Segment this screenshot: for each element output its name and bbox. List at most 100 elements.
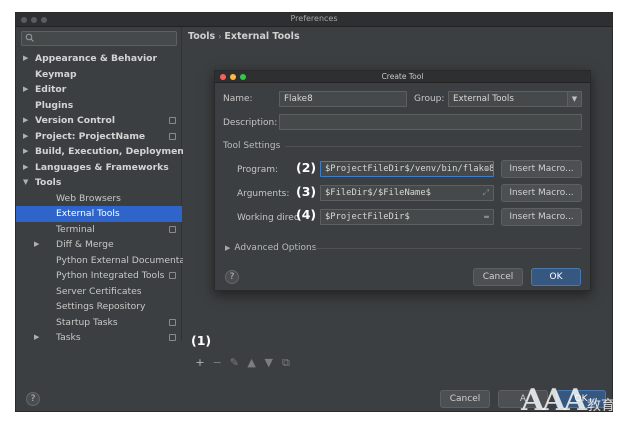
sidebar-item-version-control[interactable]: ▶ Version Control [16, 113, 182, 129]
sidebar-item-label: Editor [35, 84, 67, 95]
settings-search-input[interactable] [21, 31, 177, 46]
tool-settings-divider [285, 146, 582, 147]
project-scope-icon [169, 272, 176, 279]
sidebar-item-label: Terminal [56, 223, 95, 235]
folder-icon[interactable]: ▬ [484, 162, 489, 176]
sidebar-item-plugins[interactable]: Plugins [16, 98, 182, 114]
dialog-cancel-button[interactable]: Cancel [473, 268, 523, 286]
advanced-options-label: Advanced Options [234, 243, 317, 253]
cancel-button[interactable]: Cancel [440, 390, 490, 408]
annotation-1: (1) [191, 333, 212, 348]
sidebar-item-web-browsers[interactable]: Web Browsers [16, 191, 182, 207]
arguments-field[interactable]: $FileDir$/$FileName$ ⤢ [320, 185, 494, 201]
dialog-titlebar: Create Tool [215, 71, 590, 83]
sidebar-item-label: Project: ProjectName [35, 130, 146, 142]
chevron-right-icon[interactable]: ▶ [23, 160, 28, 176]
create-tool-dialog: Create Tool Name: Flake8 Group: External… [214, 70, 591, 291]
sidebar-item-editor[interactable]: ▶ Editor [16, 82, 182, 98]
breadcrumb-item-external-tools: External Tools [224, 31, 300, 42]
dialog-help-button[interactable]: ? [225, 270, 239, 284]
chevron-right-icon: ▶ [225, 244, 231, 252]
project-scope-icon [169, 225, 176, 233]
sidebar-item-label: Diff & Merge [56, 239, 114, 250]
edit-tool-button[interactable]: ✎ [227, 356, 241, 370]
group-select[interactable]: External Tools ▼ [448, 91, 582, 107]
window-titlebar: Preferences [16, 13, 612, 27]
breadcrumb-separator: › [218, 32, 222, 41]
help-button[interactable]: ? [26, 392, 40, 406]
sidebar-item-keymap[interactable]: Keymap [16, 67, 182, 83]
sidebar-item-tasks[interactable]: ▶ Tasks [16, 330, 182, 346]
chevron-right-icon[interactable]: ▶ [23, 51, 28, 67]
program-field[interactable]: $ProjectFileDir$/venv/bin/flake8 ▬ [320, 161, 494, 177]
sidebar-item-label: Plugins [35, 99, 74, 111]
watermark-text: AAA [521, 383, 587, 418]
project-scope-icon [169, 132, 176, 140]
description-field[interactable] [279, 114, 582, 130]
sidebar-item-languages-frameworks[interactable]: ▶ Languages & Frameworks [16, 160, 182, 176]
move-down-button[interactable]: ▼ [262, 356, 276, 370]
sidebar-item-settings-repository[interactable]: Settings Repository [16, 299, 182, 315]
add-tool-button[interactable]: + [193, 356, 207, 370]
sidebar-item-python-external-documentation[interactable]: Python External Documentation [16, 253, 203, 269]
sidebar-item-label: External Tools [56, 208, 120, 219]
advanced-options-divider [315, 248, 582, 249]
folder-icon[interactable]: ▬ [484, 210, 489, 224]
sidebar-item-terminal[interactable]: Terminal [16, 222, 182, 238]
chevron-right-icon[interactable]: ▶ [23, 129, 28, 145]
arguments-insert-macro-button[interactable]: Insert Macro... [501, 184, 582, 202]
program-insert-macro-button[interactable]: Insert Macro... [501, 160, 582, 178]
dialog-title: Create Tool [381, 72, 424, 81]
chevron-right-icon[interactable]: ▶ [34, 237, 39, 253]
sidebar-item-label: Web Browsers [56, 192, 121, 204]
sidebar-item-label: Settings Repository [56, 301, 146, 312]
sidebar-item-external-tools[interactable]: External Tools [16, 206, 182, 222]
tool-settings-heading: Tool Settings [223, 141, 281, 151]
working-directory-insert-macro-button[interactable]: Insert Macro... [501, 208, 582, 226]
project-scope-icon [169, 318, 176, 326]
window-title: Preferences [290, 14, 338, 23]
working-directory-value: $ProjectFileDir$ [325, 212, 410, 222]
tools-toolbar: + − ✎ ▲ ▼ ⧉ [193, 356, 293, 370]
settings-sidebar: ▶ Appearance & Behavior Keymap ▶ Editor Plugi… [16, 27, 203, 343]
move-up-button[interactable]: ▲ [245, 356, 259, 370]
sidebar-item-appearance-behavior[interactable]: ▶ Appearance & Behavior [16, 51, 182, 67]
sidebar-item-startup-tasks[interactable]: Startup Tasks [16, 315, 182, 331]
sidebar-item-label: Startup Tasks [56, 316, 118, 328]
sidebar-item-label: Languages & Frameworks [35, 161, 169, 173]
settings-tree: ▶ Appearance & Behavior Keymap ▶ Editor Plugi… [16, 51, 203, 346]
copy-tool-button[interactable]: ⧉ [279, 356, 293, 370]
sidebar-item-diff-merge[interactable]: ▶ Diff & Merge [16, 237, 182, 253]
chevron-right-icon[interactable]: ▶ [34, 330, 39, 346]
arguments-label: Arguments: [237, 189, 290, 199]
name-field[interactable]: Flake8 [279, 91, 407, 107]
remove-tool-button[interactable]: − [210, 356, 224, 370]
expand-icon[interactable]: ⤢ [483, 186, 489, 200]
working-directory-label: Working direc [237, 213, 299, 223]
search-icon [25, 33, 35, 46]
arguments-value: $FileDir$/$FileName$ [325, 188, 431, 198]
chevron-right-icon[interactable]: ▶ [23, 144, 28, 160]
chevron-right-icon[interactable]: ▶ [23, 113, 28, 129]
group-label: Group: [414, 94, 445, 104]
group-select-value: External Tools [453, 94, 514, 104]
advanced-options-toggle[interactable]: ▶ Advanced Options [225, 243, 316, 253]
watermark-logo: AAA 教育 [521, 383, 615, 418]
program-value: $ProjectFileDir$/venv/bin/flake8 [325, 164, 494, 174]
sidebar-item-label: Server Certificates [56, 285, 142, 297]
program-label: Program: [237, 165, 279, 175]
working-directory-field[interactable]: $ProjectFileDir$ ▬ [320, 209, 494, 225]
sidebar-item-python-integrated-tools[interactable]: Python Integrated Tools [16, 268, 182, 284]
sidebar-item-server-certificates[interactable]: Server Certificates [16, 284, 182, 300]
description-label: Description: [223, 118, 278, 128]
dialog-ok-button[interactable]: OK [531, 268, 581, 286]
project-scope-icon [169, 334, 176, 341]
sidebar-item-build-execution-deployment[interactable]: ▶ Build, Execution, Deployment [16, 144, 188, 160]
sidebar-item-tools[interactable]: ▼ Tools [16, 175, 182, 191]
sidebar-item-project-projectname[interactable]: ▶ Project: ProjectName [16, 129, 182, 145]
sidebar-item-label: Version Control [35, 115, 116, 126]
chevron-right-icon[interactable]: ▶ [23, 82, 28, 98]
annotation-2: (2) [296, 160, 317, 175]
chevron-down-icon[interactable]: ▼ [23, 175, 28, 191]
sidebar-item-label: Appearance & Behavior [35, 53, 158, 64]
